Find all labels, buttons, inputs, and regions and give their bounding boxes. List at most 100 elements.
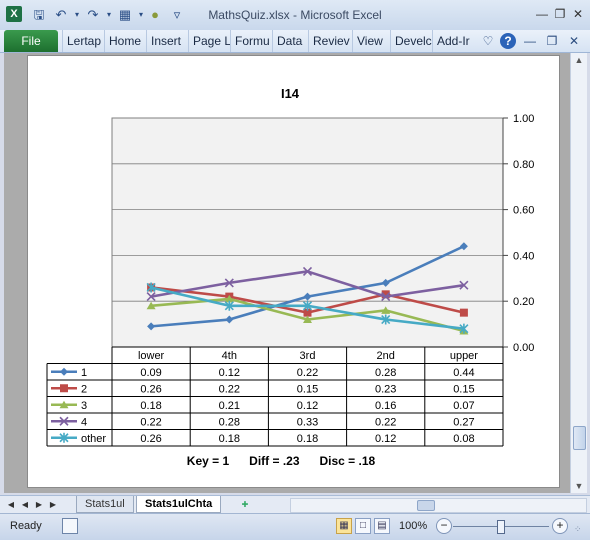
chart-title: I14 — [281, 86, 300, 101]
data-label: 0.28 — [375, 367, 396, 379]
legend-key — [60, 384, 68, 393]
scroll-down-arrow-icon[interactable]: ▼ — [571, 479, 587, 493]
data-label: 0.33 — [297, 416, 318, 428]
data-label: 0.26 — [140, 433, 161, 445]
window-title: MathsQuiz.xlsx - Microsoft Excel — [208, 8, 382, 22]
sheet-tabs-bar: ◀ ◀ ▶ ▶ Stats1ul Stats1ulChta ✚ — [0, 495, 590, 513]
horizontal-scrollbar[interactable] — [290, 498, 587, 513]
category-label: 2nd — [377, 350, 395, 362]
category-label: lower — [138, 350, 165, 362]
chart-footnote: Key = 1 Diff = .23 Disc = .18 — [187, 454, 376, 468]
data-label: 0.09 — [140, 367, 161, 379]
chart-sheet-area: I14 0.00 0.20 0.40 0.60 0.80 1.00 lower 4th 3rd… — [4, 53, 570, 493]
status-bar: Ready ▦ □ ▤ 100% − + — [0, 513, 590, 540]
data-label: 0.28 — [219, 416, 240, 428]
data-label: 0.12 — [219, 367, 240, 379]
data-label: 0.22 — [219, 383, 240, 395]
title-bar: X 🖫 ↶ ▾ ↷ ▾ ▦ ▾ ● ▿ MathsQuiz.xlsx - Mic… — [0, 0, 590, 31]
resize-grip-icon[interactable]: ⁘ — [574, 524, 586, 536]
status-ready: Ready — [10, 520, 42, 532]
data-label: 0.44 — [453, 367, 474, 379]
sheet-tab-stats1ulchta[interactable]: Stats1ulChta — [136, 496, 222, 513]
legend-marker — [60, 384, 68, 393]
zoom-out-icon[interactable]: − — [436, 518, 452, 534]
data-label: 0.16 — [375, 400, 396, 412]
ribbon-minimize-icon[interactable]: — — [522, 33, 538, 49]
first-sheet-arrow-icon[interactable]: ◀ — [6, 499, 16, 511]
tab-add-ins[interactable]: Add-Ir — [432, 30, 474, 52]
restore-icon[interactable]: ❐ — [552, 6, 568, 22]
vertical-scrollbar[interactable]: ▲ ▼ — [570, 53, 587, 493]
normal-view-icon[interactable]: ▦ — [336, 518, 352, 534]
vertical-scroll-thumb[interactable] — [573, 426, 586, 450]
data-table: lower 4th 3rd 2nd upper 1 0.09 0.12 0.22 0.28 0.44… — [46, 346, 504, 447]
ribbon-close-icon[interactable]: ✕ — [566, 33, 582, 49]
tab-developer[interactable]: Develc — [390, 30, 432, 52]
page-break-view-icon[interactable]: ▤ — [374, 518, 390, 534]
scroll-up-arrow-icon[interactable]: ▲ — [571, 53, 587, 67]
data-label: 0.21 — [219, 400, 240, 412]
chart-page[interactable]: I14 0.00 0.20 0.40 0.60 0.80 1.00 lower 4th 3rd… — [27, 55, 560, 488]
legend-marker — [60, 367, 68, 376]
horizontal-scroll-thumb[interactable] — [417, 500, 435, 511]
help-icon[interactable]: ? — [500, 33, 516, 49]
next-sheet-arrow-icon[interactable]: ▶ — [34, 499, 44, 511]
data-label: 0.18 — [297, 433, 318, 445]
data-label: 0.26 — [140, 383, 161, 395]
ribbon-tabs: File Lertap Home Insert Page L Formu Dat… — [0, 30, 590, 53]
line-chart[interactable]: I14 0.00 0.20 0.40 0.60 0.80 1.00 lower 4th 3rd… — [28, 56, 559, 487]
data-label: 0.15 — [453, 383, 474, 395]
sheet-tab-stats1ul[interactable]: Stats1ul — [76, 496, 134, 513]
y-tick-label: 1.00 — [513, 113, 534, 125]
tab-view[interactable]: View — [352, 30, 390, 52]
tab-lertap[interactable]: Lertap — [62, 30, 104, 52]
legend-key — [60, 367, 68, 376]
tab-insert[interactable]: Insert — [146, 30, 188, 52]
zoom-in-icon[interactable]: + — [552, 518, 568, 534]
data-label: 0.23 — [375, 383, 396, 395]
data-label: 0.07 — [453, 400, 474, 412]
page-layout-view-icon[interactable]: □ — [355, 518, 371, 534]
insert-sheet-icon[interactable]: ✚ — [238, 499, 252, 511]
y-tick-label: 0.60 — [513, 205, 534, 217]
data-label: 0.15 — [297, 383, 318, 395]
category-label: upper — [450, 350, 478, 362]
y-tick-label: 0.20 — [513, 296, 534, 308]
data-label: 0.12 — [375, 433, 396, 445]
legend-label: other — [81, 433, 106, 445]
macro-record-icon[interactable] — [62, 518, 78, 534]
file-tab[interactable]: File — [4, 30, 58, 52]
legend-label: 3 — [81, 400, 87, 412]
data-label: 0.18 — [219, 433, 240, 445]
tab-data[interactable]: Data — [272, 30, 308, 52]
data-label: 0.08 — [453, 433, 474, 445]
close-icon[interactable]: ✕ — [570, 6, 586, 22]
y-tick-label: 0.00 — [513, 342, 534, 354]
category-label: 3rd — [300, 350, 316, 362]
y-axis-ticks: 0.00 0.20 0.40 0.60 0.80 1.00 — [502, 113, 534, 354]
tab-page-layout[interactable]: Page L — [188, 30, 230, 52]
data-label: 0.18 — [140, 400, 161, 412]
data-label: 0.27 — [453, 416, 474, 428]
tab-formulas[interactable]: Formu — [230, 30, 272, 52]
ribbon-restore-icon[interactable]: ❐ — [544, 33, 560, 49]
legend-label: 2 — [81, 383, 87, 395]
data-label: 0.22 — [297, 367, 318, 379]
legend-label: 4 — [81, 416, 87, 428]
zoom-level[interactable]: 100% — [399, 520, 427, 532]
y-tick-label: 0.40 — [513, 250, 534, 262]
data-label: 0.22 — [140, 416, 161, 428]
last-sheet-arrow-icon[interactable]: ▶ — [48, 499, 58, 511]
minimize-icon[interactable]: — — [534, 6, 550, 22]
y-tick-label: 0.80 — [513, 159, 534, 171]
tab-home[interactable]: Home — [104, 30, 146, 52]
data-point[interactable] — [459, 308, 468, 317]
prev-sheet-arrow-icon[interactable]: ◀ — [20, 499, 30, 511]
tab-review[interactable]: Reviev — [308, 30, 352, 52]
category-label: 4th — [222, 350, 237, 362]
legend-label: 1 — [81, 367, 87, 379]
heart-icon[interactable]: ♡ — [480, 33, 496, 49]
zoom-slider-thumb[interactable] — [497, 520, 505, 534]
data-label: 0.12 — [297, 400, 318, 412]
data-label: 0.22 — [375, 416, 396, 428]
